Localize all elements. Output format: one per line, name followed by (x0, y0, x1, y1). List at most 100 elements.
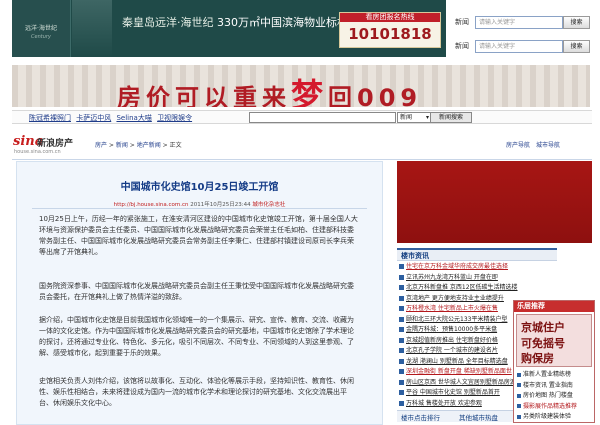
bullet-icon (517, 372, 521, 377)
sina-house-logo[interactable]: sina 新浪房产 house.sina.com.cn (13, 134, 83, 156)
search-button[interactable]: 搜索 (563, 40, 590, 53)
hot-links: 陈冠希裸照门 卡萨迈中风 Selina大喵 卫视限娱令 (29, 113, 195, 123)
search-label: 新闻 (455, 18, 469, 26)
panel-link-text[interactable]: 楼市资讯 置业指南 (523, 382, 573, 389)
logo-text: 远洋·海世纪 (25, 25, 57, 32)
yuanyang-logo: 远洋·海世纪 Century (12, 0, 71, 57)
bullet-icon (399, 337, 404, 343)
article-title: 中国城市化史馆10月25日竣工开馆 (120, 182, 279, 193)
article-paragraph: 国务院资深参事、中国国际城市化发展战略研究委员会副主任王秉忱受中国国际城市化发展… (39, 282, 354, 301)
bullet-icon (399, 264, 404, 269)
bullet-icon (399, 369, 404, 374)
bullet-icon (399, 327, 404, 332)
tab-label: 楼市资讯 (401, 252, 429, 260)
panel-link-text[interactable]: 房价地图 热门楼盘 (523, 392, 573, 399)
news-link-text[interactable]: 深圳金融街 新盘开盘 稀缺别墅新品面世 (406, 368, 512, 375)
breadcrumb: 房产 > 新闻 > 地产新闻 > 正文 (95, 142, 182, 149)
panel-link-item[interactable]: 另类阶级建装体验 (517, 411, 593, 420)
bullet-icon (517, 393, 521, 398)
hotline-number: 10101818 (348, 25, 432, 43)
hot-link[interactable]: 卫视限娱令 (157, 114, 192, 122)
hot-links-bar: 陈冠希裸照门 卡萨迈中风 Selina大喵 卫视限娱令 新闻 新闻搜索 (12, 110, 592, 124)
breadcrumb-item[interactable]: 新闻 (116, 142, 128, 149)
site-search-input[interactable] (249, 112, 396, 123)
news-search-form-2: 新闻 请输入关键字 搜索 (455, 40, 595, 53)
bullet-icon (399, 306, 404, 311)
news-list-item[interactable]: 北京万科新盘推 京西12区低碳生活精选楼 (397, 282, 557, 292)
slogan-text: 秦皇岛远洋·海世纪 (122, 16, 214, 29)
news-link-text[interactable]: 北京孔子学院 一个城市的建设名片 (406, 347, 498, 354)
news-link-text[interactable]: 住宅在京万科金域华府成交房最佳选择 (406, 263, 508, 270)
ad-dream-char: 梦 (291, 76, 329, 107)
hot-link[interactable]: Selina大喵 (116, 114, 151, 122)
search-input[interactable]: 请输入关键字 (475, 40, 563, 53)
panel-link-item[interactable]: 准新人置业精练榜 (517, 369, 593, 378)
panel-header: 乐居推荐 (514, 301, 594, 312)
ad-image-text: 购保房 (521, 352, 554, 365)
panel-link-text[interactable]: 摄影展作品精选推荐 (523, 403, 577, 410)
panel-ad-image[interactable]: 京城住户 可免摇号 购保房 (516, 314, 592, 367)
panel-link-text[interactable]: 另类阶级建装体验 (523, 413, 571, 420)
bullet-icon (517, 414, 521, 419)
bullet-icon (399, 274, 404, 280)
bullet-icon (517, 383, 521, 387)
news-list-item[interactable]: 住宅在京万科金域华府成交房最佳选择 (397, 261, 557, 271)
news-list-item[interactable]: 立讯苏州九龙湾万科蓝山 开盘在即 (397, 272, 557, 282)
search-category-select[interactable]: 新闻 (397, 112, 431, 123)
breadcrumb-item[interactable]: 地产新闻 (137, 142, 161, 149)
news-link-text[interactable]: 京湾地产 更方便地支持业主业绩提升 (406, 295, 504, 302)
news-link-text[interactable]: 房山区京西 世华城人文宜居别墅新品房源 (406, 379, 516, 386)
news-link-text[interactable]: 平谷 中国城市化史馆 别墅新品首开 (406, 389, 500, 396)
search-button[interactable]: 搜索 (563, 16, 590, 29)
article-meta: http://bj.house.sina.com.cn 2011年10月25日2… (17, 200, 382, 208)
panel-link-item[interactable]: 房价地图 热门楼盘 (517, 390, 593, 399)
bullet-icon (517, 404, 521, 408)
city-nav-link[interactable]: 城市导航 (536, 142, 560, 149)
news-link-text[interactable]: 北京万科新盘推 京西12区低碳生活精选楼 (406, 284, 518, 291)
hotline-label: 看房团报名热线 (340, 13, 440, 22)
news-link-text[interactable]: 万科橙水湾 住宅新品上市火爆在售 (406, 305, 498, 312)
banner-slogan: 秦皇岛远洋·海世纪 330万㎡中国滨海物业标杆 (122, 14, 348, 30)
search-label: 新闻 (455, 42, 469, 50)
ad-image-text: 可免摇号 (521, 337, 565, 350)
slogan-highlight: 330万㎡中国滨海物业标杆 (217, 16, 348, 29)
bullet-icon (399, 379, 404, 385)
news-search-form-1: 新闻 请输入关键字 搜索 (455, 16, 595, 29)
house-nav-link[interactable]: 房产导航 (506, 142, 530, 149)
panel-link-item[interactable]: 摄影展作品精选推荐 (517, 401, 593, 410)
leju-recommend-panel: 乐居推荐 京城住户 可免摇号 购保房 准新人置业精练榜 楼市资讯 置业指南 房价地图… (513, 300, 595, 423)
ad-image-text: 京城住户 (521, 321, 565, 334)
dream-banner-ad[interactable]: 房价可以重来梦回009 (12, 65, 590, 107)
article-paragraph: 史馆相关负责人刘伟介绍，该馆将以故事化、互动化、体验化等展示手段，坚持知识性、教… (39, 377, 354, 407)
article-paragraph: 据介绍，中国城市化史馆是目前我国城市化领域唯一的一个集展示、研究、宣传、教育、交… (39, 316, 354, 357)
hot-link[interactable]: 卡萨迈中风 (76, 114, 111, 122)
article-body: 中国城市化史馆10月25日竣工开馆 http://bj.house.sina.c… (16, 161, 383, 425)
ad-text: 房价可以重来 (117, 84, 291, 107)
news-link-text[interactable]: 龙湖 滟澜山 别墅新品 全年目标精选盘 (406, 358, 508, 365)
news-link-text[interactable]: 京城超值新房推出 住宅新盘好价格 (406, 337, 498, 344)
article-divider (32, 208, 367, 209)
news-link-text[interactable]: 金隅万科城：预售10000多平米盘 (406, 326, 497, 333)
bullet-icon (399, 358, 404, 364)
top-banner-ad[interactable]: 远洋·海世纪 Century 秦皇岛远洋·海世纪 330万㎡中国滨海物业标杆 看… (12, 0, 446, 57)
news-link-text[interactable]: 万科城 售楼处开放 欢迎参观 (406, 400, 482, 407)
panel-link-item[interactable]: 楼市资讯 置业指南 (517, 380, 593, 389)
header-divider (12, 159, 592, 160)
news-link-text[interactable]: 立讯苏州九龙湾万科蓝山 开盘在即 (406, 274, 498, 281)
hotline-box: 看房团报名热线 10101818 (339, 12, 441, 48)
property-news-tab[interactable]: 楼市资讯 (397, 248, 557, 261)
hot-link[interactable]: 陈冠希裸照门 (29, 114, 71, 122)
sina-logo-text: 新浪房产 (37, 139, 74, 149)
building-image (72, 0, 112, 57)
bullet-icon (399, 295, 404, 301)
search-input[interactable]: 请输入关键字 (475, 16, 563, 29)
news-search-button[interactable]: 新闻搜索 (430, 112, 472, 123)
bullet-icon (399, 400, 404, 406)
sina-logo-url: house.sina.com.cn (14, 149, 61, 155)
news-link-text[interactable]: 颐和北三环大院公元133平米精装户型 (406, 316, 507, 323)
breadcrumb-current: 正文 (169, 142, 182, 149)
side-red-ad[interactable] (397, 161, 592, 243)
bullet-icon (399, 285, 404, 290)
breadcrumb-item[interactable]: 房产 (95, 142, 107, 149)
panel-link-text[interactable]: 准新人置业精练榜 (523, 371, 571, 378)
